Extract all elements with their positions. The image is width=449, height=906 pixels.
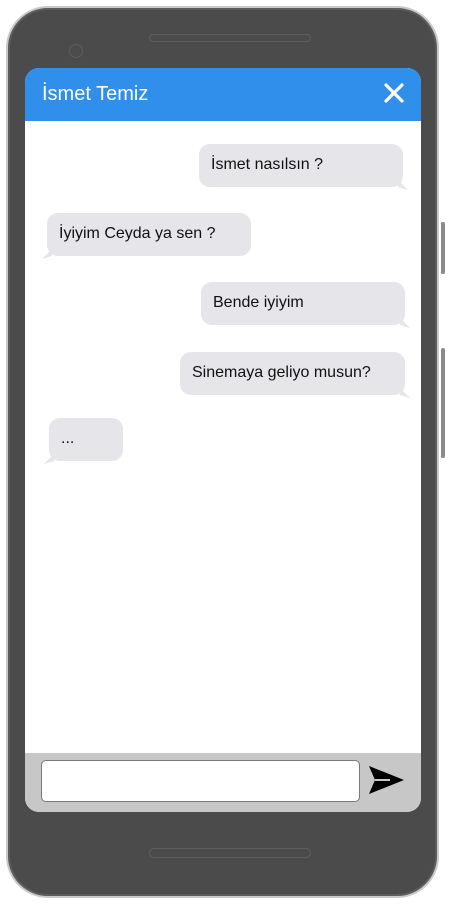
message-bubble-outgoing: Sinemaya geliyo musun?	[180, 352, 410, 398]
close-button[interactable]	[381, 80, 407, 106]
message-bubble-incoming: İyiyim Ceyda ya sen ?	[42, 213, 251, 259]
message-list: İsmet nasılsın ? İyiyim Ceyda ya sen ? B…	[25, 121, 421, 753]
chat-header: İsmet Temiz	[25, 68, 421, 121]
send-icon	[369, 766, 404, 794]
message-text: İsmet nasılsın ?	[211, 156, 324, 173]
contact-name: İsmet Temiz	[42, 83, 149, 105]
message-input[interactable]	[41, 760, 360, 802]
bubble-tail	[398, 180, 408, 190]
bottom-speaker	[149, 848, 311, 858]
message-composer	[25, 753, 421, 812]
earpiece-speaker	[149, 34, 311, 42]
message-text: Sinemaya geliyo musun?	[192, 364, 371, 381]
chat-screen: İsmet Temiz İsmet nasılsın ? İyiyim Ceyd…	[25, 68, 421, 812]
message-text: Bende iyiyim	[213, 294, 304, 311]
front-camera	[69, 44, 83, 58]
message-text: ...	[61, 430, 75, 447]
close-icon	[384, 83, 404, 103]
send-button[interactable]	[366, 762, 406, 798]
power-button	[441, 348, 445, 458]
bubble-tail	[400, 318, 410, 328]
bubble-tail	[44, 454, 54, 464]
message-text: İyiyim Ceyda ya sen ?	[59, 225, 216, 242]
message-bubble-outgoing: Bende iyiyim	[201, 282, 410, 328]
volume-button	[441, 222, 445, 274]
message-bubble-outgoing: İsmet nasılsın ?	[199, 144, 408, 190]
typing-indicator-bubble: ...	[44, 418, 123, 464]
bubble-tail	[400, 388, 410, 398]
bubble-tail	[42, 249, 52, 259]
